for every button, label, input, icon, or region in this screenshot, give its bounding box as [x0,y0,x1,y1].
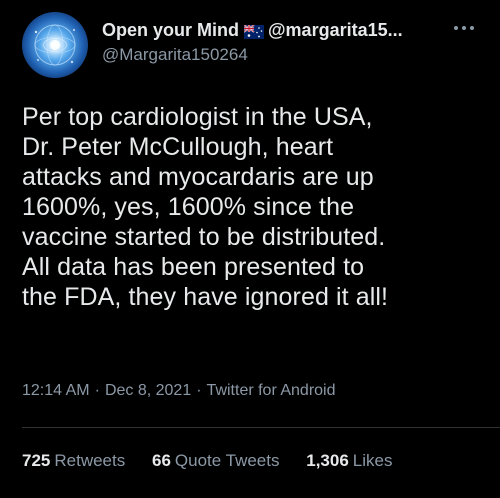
retweets-label: Retweets [54,451,126,470]
author-name-row[interactable]: Open your Mind @margarita15... [102,18,442,42]
quote-tweets-count: 66 [151,451,171,470]
retweets-count: 725 [22,451,51,470]
divider [22,427,500,428]
tweet-time[interactable]: 12:14 AM [22,382,90,399]
display-name[interactable]: Open your Mind [102,20,239,40]
quote-tweets-label: Quote Tweets [174,451,280,470]
more-options-icon[interactable] [452,20,478,36]
meta-separator: · [94,382,100,399]
handle-inline[interactable]: @margarita15... [268,20,403,40]
tweet-date[interactable]: Dec 8, 2021 [105,382,191,399]
tweet-text: Per top cardiologist in the USA, Dr. Pet… [22,103,389,311]
tweet-source[interactable]: Twitter for Android [207,382,336,399]
likes-label: Likes [352,451,393,470]
tweet-meta: 12:14 AM · Dec 8, 2021 · Twitter for Android [22,380,336,402]
handle[interactable]: @Margarita150264 [102,44,248,66]
retweets-stat[interactable]: 725 Retweets [22,449,125,473]
globe-brain-avatar-icon [34,24,76,66]
engagement-stats: 725 Retweets 66 Quote Tweets 1,306 Likes [22,449,414,473]
meta-separator: · [196,382,202,399]
australia-flag-icon [244,25,264,39]
quote-tweets-stat[interactable]: 66 Quote Tweets [152,449,280,473]
likes-count: 1,306 [306,451,349,470]
likes-stat[interactable]: 1,306 Likes [306,449,392,473]
avatar[interactable] [22,12,88,78]
tweet-card: Open your Mind @margarita15... @Margarit… [0,0,500,498]
